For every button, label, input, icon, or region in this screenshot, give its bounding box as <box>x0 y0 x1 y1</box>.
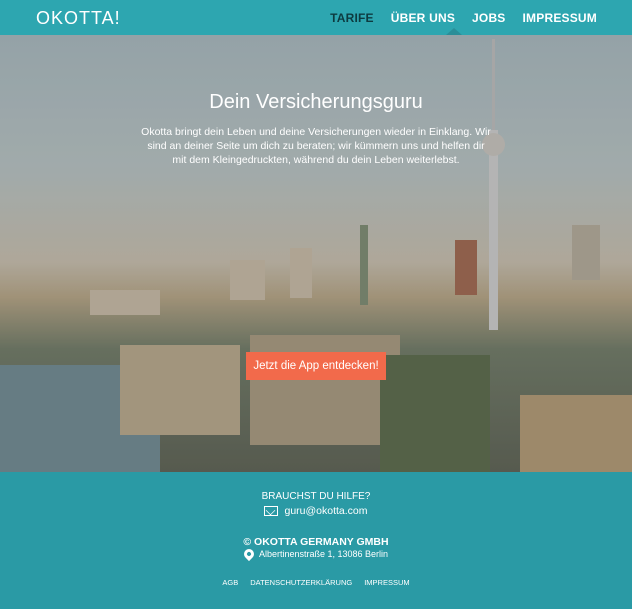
footer: BRAUCHST DU HILFE? guru@okotta.com © OKO… <box>0 472 632 609</box>
envelope-icon <box>264 506 279 516</box>
nav-jobs[interactable]: JOBS <box>472 11 505 25</box>
top-navigation-bar: OKOTTA! TARIFE ÜBER UNS JOBS IMPRESSUM <box>0 0 632 35</box>
help-heading: BRAUCHST DU HILFE? <box>261 491 371 502</box>
discover-app-button[interactable]: Jetzt die App entdecken! <box>246 352 386 380</box>
hero-section: Dein Versicherungsguru Okotta bringt dei… <box>0 35 632 472</box>
hero-title: Dein Versicherungsguru <box>209 91 423 113</box>
nav-active-indicator <box>446 28 462 35</box>
email-link[interactable]: guru@okotta.com <box>284 505 367 517</box>
location-pin-icon <box>241 546 257 562</box>
nav-impressum[interactable]: IMPRESSUM <box>523 11 597 25</box>
okotta-logo[interactable]: OKOTTA! <box>36 8 121 29</box>
main-nav: TARIFE ÜBER UNS JOBS IMPRESSUM <box>330 11 597 25</box>
address-text: Albertinenstraße 1, 13086 Berlin <box>258 549 389 559</box>
footer-link-datenschutz[interactable]: DATENSCHUTZERKLÄRUNG <box>250 578 352 587</box>
nav-ueber-uns[interactable]: ÜBER UNS <box>391 11 455 25</box>
nav-tarife[interactable]: TARIFE <box>330 11 374 25</box>
company-name: © OKOTTA GERMANY GMBH <box>243 536 389 548</box>
address-row: Albertinenstraße 1, 13086 Berlin <box>0 546 632 562</box>
footer-link-impressum[interactable]: IMPRESSUM <box>364 578 409 587</box>
footer-link-agb[interactable]: AGB <box>222 578 238 587</box>
hero-description: Okotta bringt dein Leben und deine Versi… <box>141 126 491 166</box>
footer-links: AGB DATENSCHUTZERKLÄRUNG IMPRESSUM <box>0 578 632 587</box>
contact-email-row: guru@okotta.com <box>0 505 632 517</box>
